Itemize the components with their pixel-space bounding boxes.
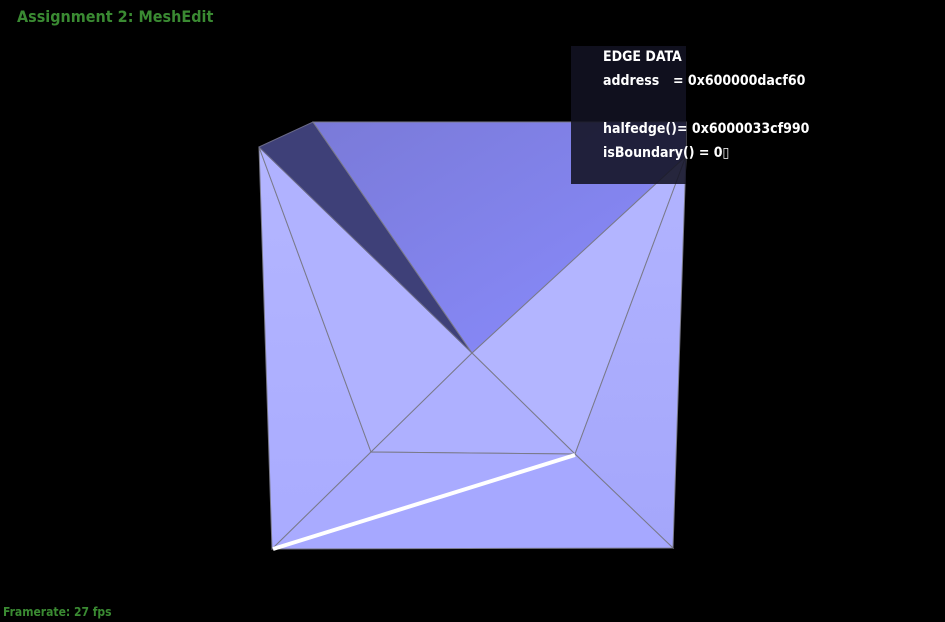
edge-info-panel: [571, 46, 686, 184]
mesh-viewport[interactable]: [0, 0, 945, 622]
edge-halfedge-value: = 0x6000033cf990: [677, 121, 810, 137]
edge-address-value: = 0x600000dacf60: [673, 73, 806, 89]
edge-address-row: address = 0x600000dacf60: [603, 73, 805, 89]
edge-data-heading: EDGE DATA: [603, 49, 682, 65]
edge-address-key: address: [603, 73, 660, 89]
edge-isboundary-key: isBoundary(): [603, 145, 695, 161]
edge-halfedge-key: halfedge(): [603, 121, 677, 137]
app-title: Assignment 2: MeshEdit: [17, 7, 214, 26]
edge-isboundary-row: isBoundary() = 0▯: [603, 145, 729, 161]
framerate-readout: Framerate: 27 fps: [3, 605, 112, 619]
edge-halfedge-row: halfedge()= 0x6000033cf990: [603, 121, 809, 137]
edge-isboundary-value: = 0▯: [698, 145, 730, 161]
